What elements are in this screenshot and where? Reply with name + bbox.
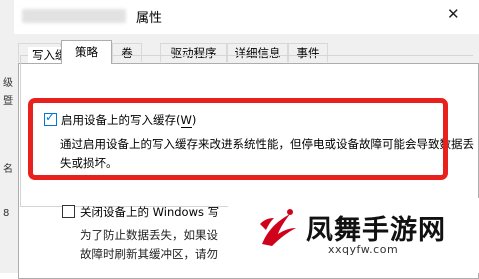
tab-policies[interactable]: 策略 <box>61 40 112 64</box>
disable-flush-label[interactable]: 关闭设备上的 Windows 写 <box>80 204 219 220</box>
background-window-edge: 级 暨 名 8 <box>0 0 14 273</box>
red-highlight-frame <box>28 98 448 180</box>
background-text-fragment: 名 <box>3 164 13 175</box>
watermark-site-name: 凤舞手游网 <box>306 215 446 246</box>
disable-windows-write-cache-flush-checkbox[interactable] <box>62 205 75 218</box>
background-text-fragment: 8 <box>3 208 10 219</box>
window-title: 属性 <box>136 11 163 26</box>
phoenix-logo-icon <box>260 209 296 246</box>
watermark-overlay: 凤舞手游网 xxqyfw.com <box>228 198 479 273</box>
title-bar[interactable]: 属性 ✕ <box>14 0 479 34</box>
blurred-device-name <box>22 9 126 23</box>
close-icon[interactable]: ✕ <box>447 5 460 23</box>
background-text-fragment: 级 <box>3 78 13 89</box>
watermark-url: xxqyfw.com <box>328 243 399 256</box>
background-text-fragment: 暨 <box>3 96 13 107</box>
